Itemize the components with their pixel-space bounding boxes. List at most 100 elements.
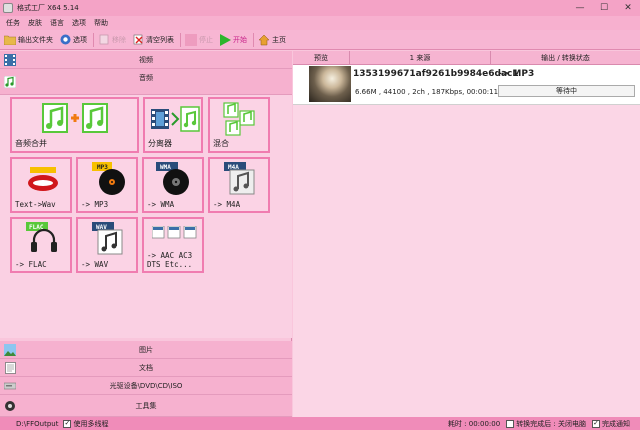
- menu-bar: 任务 皮肤 语言 选项 帮助: [0, 16, 640, 30]
- audio-tools-grid: 音频合并 分离器 混合 Text->Wav MP3 -> MP3 WMA -> …: [0, 95, 292, 338]
- col-preview[interactable]: 预览: [293, 51, 350, 65]
- options-button[interactable]: 选项: [59, 34, 87, 46]
- menu-task[interactable]: 任务: [6, 18, 20, 28]
- clear-list-label: 清空列表: [146, 35, 174, 44]
- tile-to-flac[interactable]: FLAC -> FLAC: [10, 217, 72, 273]
- toolbar-separator: [253, 32, 254, 47]
- clear-list-button[interactable]: 清空列表: [132, 34, 174, 46]
- talking-lips-icon: [28, 167, 58, 191]
- notify-label: 完成通知: [602, 419, 630, 428]
- task-list-header: 预览 1 来源 输出 / 转换状态: [293, 51, 640, 65]
- after-done-label: 转换完成后 : 关闭电脑: [516, 419, 586, 428]
- tile-text-to-wav-label: Text->Wav: [15, 200, 56, 209]
- tile-splitter[interactable]: 分离器: [143, 97, 203, 153]
- stop-icon: [185, 33, 197, 46]
- section-tools-label: 工具集: [135, 401, 157, 410]
- stop-label: 停止: [199, 35, 213, 44]
- col-source[interactable]: 1 来源: [350, 51, 491, 65]
- window-controls: — ☐ ✕: [568, 0, 640, 16]
- wma-badge: WMA: [160, 164, 171, 171]
- remove-label: 移除: [112, 35, 126, 44]
- remove-icon: [98, 34, 110, 46]
- multithread-label: 使用多线程: [73, 419, 109, 428]
- home-label: 主页: [272, 35, 286, 44]
- window-title: 格式工厂 X64 5.14: [17, 4, 79, 12]
- toolbar: 输出文件夹 选项 移除 清空列表 停止 开始 主页: [0, 30, 640, 50]
- elapsed-time: 耗时 : 00:00:00: [447, 419, 501, 428]
- wav-badge: WAV: [96, 224, 107, 231]
- title-bar: 格式工厂 X64 5.14 — ☐ ✕: [0, 0, 640, 16]
- tile-to-flac-label: -> FLAC: [15, 260, 47, 269]
- home-button[interactable]: 主页: [258, 34, 286, 46]
- home-icon: [258, 34, 270, 46]
- tile-to-m4a[interactable]: M4A -> M4A: [208, 157, 270, 213]
- options-label: 选项: [73, 35, 87, 44]
- maximize-button[interactable]: ☐: [592, 0, 616, 16]
- section-video-label: 视频: [139, 55, 153, 64]
- tile-mix[interactable]: 混合: [208, 97, 270, 153]
- tile-to-wma[interactable]: WMA -> WMA: [142, 157, 204, 213]
- col-output[interactable]: 输出 / 转换状态: [491, 51, 640, 65]
- tile-splitter-label: 分离器: [148, 139, 172, 148]
- clear-list-icon: [132, 34, 144, 46]
- start-button[interactable]: 开始: [219, 33, 247, 46]
- tile-more-formats-label-1: -> AAC AC3: [147, 251, 193, 260]
- multithread-checkbox[interactable]: ✓: [63, 419, 72, 428]
- section-audio-label: 音频: [139, 74, 153, 82]
- section-picture[interactable]: 图片: [0, 341, 292, 359]
- section-document[interactable]: 文档: [0, 359, 292, 377]
- preview-thumbnail: [309, 66, 351, 102]
- close-button[interactable]: ✕: [616, 0, 640, 16]
- menu-help[interactable]: 帮助: [94, 18, 108, 28]
- section-audio[interactable]: 音频: [0, 69, 292, 95]
- tile-to-wma-label: -> WMA: [147, 200, 175, 209]
- tile-to-wav-label: -> WAV: [81, 260, 109, 269]
- remove-button[interactable]: 移除: [98, 34, 126, 46]
- tile-to-mp3-label: -> MP3: [81, 200, 109, 209]
- section-rom-device[interactable]: 光驱设备\DVD\CD\ISO: [0, 377, 292, 395]
- tile-more-formats-label-2: DTS Etc...: [147, 260, 193, 269]
- audio-merge-icon: [42, 103, 108, 133]
- source-file-name: 1353199671af9261b9984e6dac1: [353, 69, 519, 79]
- options-icon: [59, 34, 71, 46]
- output-folder-label: 输出文件夹: [18, 35, 53, 44]
- task-list-panel: 预览 1 来源 输出 / 转换状态 1353199671af9261b9984e…: [293, 51, 640, 417]
- mix-icon: [223, 102, 255, 136]
- tile-text-to-wav[interactable]: Text->Wav: [10, 157, 72, 213]
- output-folder-button[interactable]: 输出文件夹: [4, 34, 53, 46]
- menu-skin[interactable]: 皮肤: [28, 18, 42, 28]
- conversion-status: 等待中: [498, 85, 635, 97]
- tile-to-more-formats[interactable]: -> AAC AC3 DTS Etc...: [142, 217, 204, 273]
- flac-badge: FLAC: [29, 224, 44, 231]
- menu-language[interactable]: 语言: [50, 18, 64, 28]
- toolbar-separator: [180, 32, 181, 47]
- tile-to-wav[interactable]: WAV -> WAV: [76, 217, 138, 273]
- toolbar-separator: [93, 32, 94, 47]
- tile-mix-label: 混合: [213, 139, 229, 148]
- status-bar: D:\FFOutput ✓ 使用多线程 耗时 : 00:00:00 转换完成后 …: [0, 417, 640, 430]
- tile-audio-merge-label: 音频合并: [15, 139, 47, 148]
- tile-to-m4a-label: -> M4A: [213, 200, 241, 209]
- section-document-label: 文档: [139, 363, 153, 372]
- section-picture-label: 图片: [139, 345, 153, 354]
- start-label: 开始: [233, 35, 247, 44]
- target-format: -> MP3: [498, 69, 535, 79]
- app-icon: [3, 3, 13, 13]
- tile-audio-merge[interactable]: 音频合并: [10, 97, 139, 153]
- menu-options[interactable]: 选项: [72, 18, 86, 28]
- after-done-checkbox[interactable]: [506, 419, 515, 428]
- section-tools[interactable]: 工具集: [0, 395, 292, 417]
- task-row[interactable]: 1353199671af9261b9984e6dac1 -> MP3 6.66M…: [293, 65, 640, 105]
- play-icon: [219, 33, 231, 46]
- stop-button[interactable]: 停止: [185, 33, 213, 46]
- multi-format-icon: [152, 226, 197, 239]
- source-file-info: 6.66M , 44100 , 2ch , 187Kbps, 00:00:11: [355, 88, 499, 96]
- minimize-button[interactable]: —: [568, 0, 592, 16]
- output-path[interactable]: D:\FFOutput: [16, 420, 58, 428]
- tile-to-mp3[interactable]: MP3 -> MP3: [76, 157, 138, 213]
- notify-checkbox[interactable]: ✓: [592, 419, 600, 428]
- section-video[interactable]: 视频: [0, 51, 292, 69]
- folder-icon: [4, 34, 16, 46]
- m4a-badge: M4A: [228, 164, 239, 171]
- category-panel: 视频 音频 音频合并 分离器 混合 Text->Wav MP3 -> MP3 W…: [0, 51, 292, 417]
